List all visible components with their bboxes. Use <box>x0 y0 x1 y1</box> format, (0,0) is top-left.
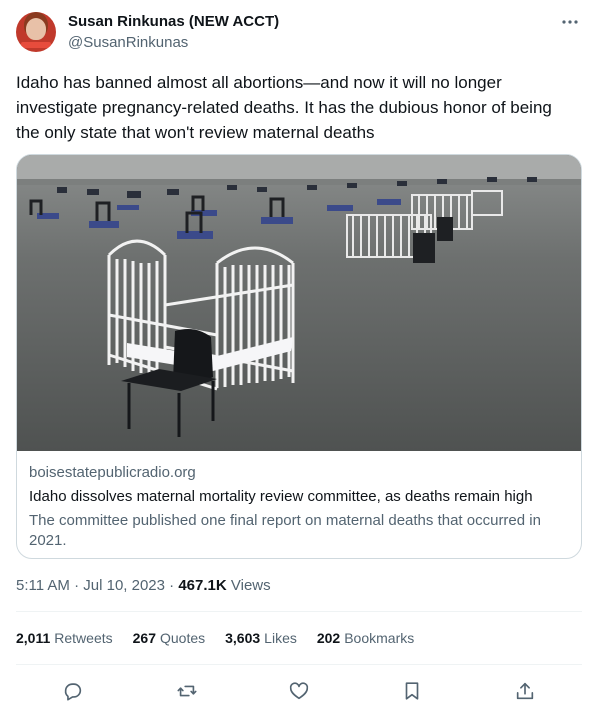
link-card[interactable]: boisestatepublicradio.org Idaho dissolve… <box>16 154 582 559</box>
stat-label: Bookmarks <box>344 630 415 646</box>
author-avatar[interactable] <box>16 12 56 52</box>
card-image[interactable] <box>17 155 581 451</box>
author-display-name[interactable]: Susan Rinkunas (NEW ACCT) <box>68 13 279 30</box>
engagement-stats: 2,011 Retweets 267 Quotes 3,603 Likes 202 Bo… <box>16 630 414 646</box>
action-bar <box>16 676 582 706</box>
divider <box>16 664 582 665</box>
tweet-date[interactable]: Jul 10, 2023 <box>83 577 165 594</box>
stat-label: Quotes <box>159 630 206 646</box>
like-icon[interactable] <box>288 680 310 702</box>
card-domain[interactable]: boisestatepublicradio.org <box>29 463 569 483</box>
bookmark-icon[interactable] <box>401 680 423 702</box>
card-description: The committee published one final report… <box>29 512 541 549</box>
stat-retweets[interactable]: 2,011 Retweets <box>16 630 113 646</box>
share-icon[interactable] <box>514 680 536 702</box>
stat-count: 3,603 <box>225 630 261 646</box>
retweet-icon[interactable] <box>176 680 198 702</box>
avatar-banner <box>21 42 51 48</box>
tweet-timestamp: 5:11 AM · Jul 10, 2023 · 467.1K Views <box>16 577 271 594</box>
reply-icon[interactable] <box>62 680 84 702</box>
tweet-header: Susan Rinkunas (NEW ACCT) @SusanRinkunas <box>16 12 582 56</box>
stat-bookmarks[interactable]: 202 Bookmarks <box>317 630 414 646</box>
stat-count: 2,011 <box>16 630 51 646</box>
stat-likes[interactable]: 3,603 Likes <box>225 630 297 646</box>
divider <box>16 611 582 612</box>
stat-label: Likes <box>264 630 297 646</box>
stat-count: 202 <box>316 630 341 646</box>
stat-quotes[interactable]: 267 Quotes <box>133 630 206 646</box>
tweet-text: Idaho has banned almost all abortions—an… <box>16 73 552 142</box>
card-meta: boisestatepublicradio.org Idaho dissolve… <box>29 463 569 551</box>
card-title[interactable]: Idaho dissolves maternal mortality revie… <box>29 486 569 508</box>
views-count: 467.1K <box>178 577 227 594</box>
timestamp-separator: · <box>74 577 80 594</box>
timestamp-separator: · <box>169 577 175 594</box>
stat-count: 267 <box>132 630 156 646</box>
stat-label: Retweets <box>54 630 113 646</box>
more-horizontal-icon[interactable] <box>560 12 580 32</box>
views-label: Views <box>230 577 271 594</box>
author-handle[interactable]: @SusanRinkunas <box>68 34 188 51</box>
tweet-time[interactable]: 5:11 AM <box>16 577 70 594</box>
